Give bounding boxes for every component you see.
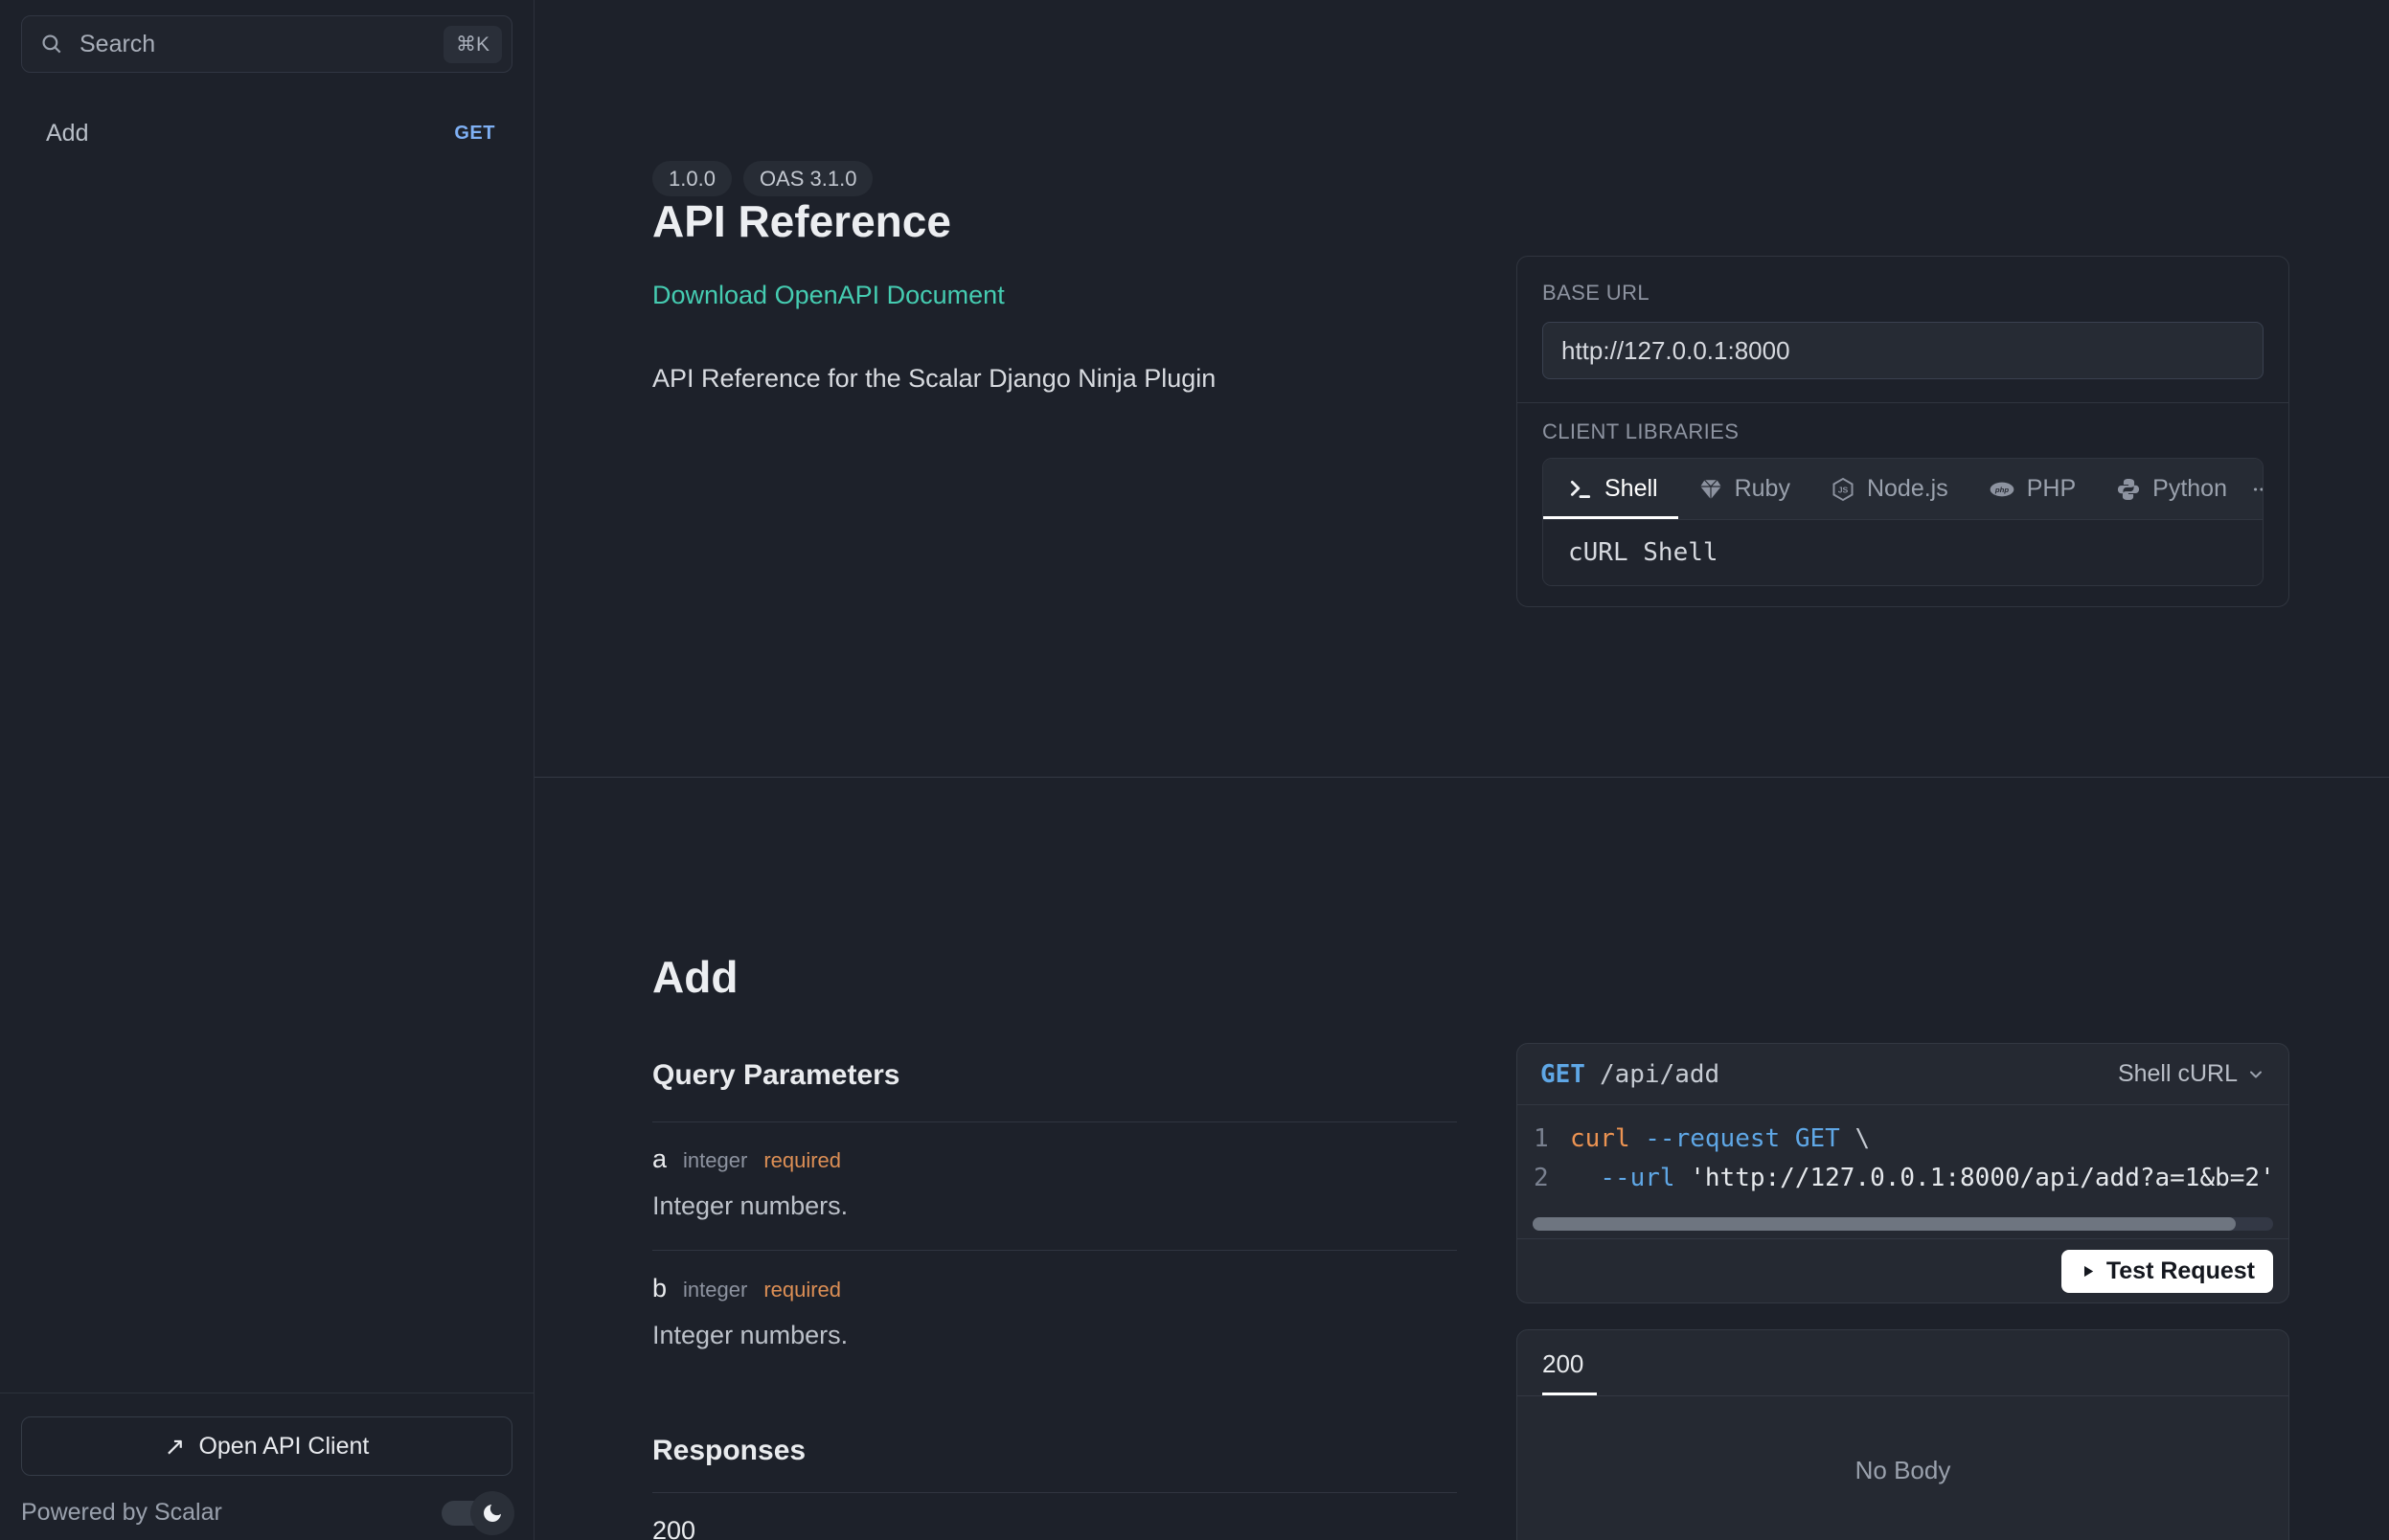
code-line-2: 2 --url 'http://127.0.0.1:8000/api/add?a… (1534, 1159, 2288, 1198)
request-method: GET (1540, 1060, 1585, 1089)
tab-label: Shell (1604, 475, 1658, 503)
tab-label: Python (2152, 475, 2227, 503)
language-selector-value: Shell cURL (2118, 1060, 2238, 1088)
play-icon (2080, 1263, 2096, 1280)
scrollbar-thumb[interactable] (1533, 1217, 2236, 1231)
sidebar-footer: ↗ Open API Client Powered by Scalar (0, 1393, 534, 1540)
toggle-knob (470, 1491, 514, 1535)
param-description: Integer numbers. (652, 1191, 848, 1221)
search-icon (39, 32, 64, 57)
base-url-value: http://127.0.0.1:8000 (1561, 336, 1790, 366)
param-name: b (652, 1274, 667, 1303)
response-status-tab[interactable]: 200 (1542, 1349, 1583, 1379)
moon-icon (481, 1502, 504, 1525)
ellipsis-icon (2251, 479, 2264, 500)
ruby-gem-icon (1698, 477, 1723, 502)
param-type: integer (683, 1148, 747, 1173)
param-row-b: b integer required (652, 1274, 841, 1303)
code-block: 1curl --request GET \ 2 --url 'http://12… (1517, 1105, 2288, 1238)
response-example-card: 200 No Body (1516, 1329, 2289, 1540)
client-library-tabs: Shell Ruby (1543, 459, 2263, 520)
tab-ruby[interactable]: Ruby (1678, 459, 1810, 519)
request-example-footer: Test Request (1517, 1238, 2288, 1302)
query-parameters-heading: Query Parameters (652, 1059, 900, 1092)
powered-by-scalar-link[interactable]: Powered by Scalar (21, 1499, 222, 1527)
tab-label: Ruby (1735, 475, 1790, 503)
svg-text:php: php (1994, 486, 2009, 494)
param-name: a (652, 1144, 667, 1174)
responses-heading: Responses (652, 1435, 806, 1467)
api-description: API Reference for the Scalar Django Ninj… (652, 364, 1216, 394)
request-path: /api/add (1600, 1060, 1719, 1089)
sidebar-item-add[interactable]: Add GET (0, 109, 534, 157)
param-required-flag: required (763, 1278, 841, 1302)
svg-text:JS: JS (1838, 485, 1849, 494)
version-badge: 1.0.0 (652, 161, 732, 196)
response-status-tabs: 200 (1517, 1330, 2288, 1396)
divider (652, 1492, 1457, 1493)
tab-python[interactable]: Python (2096, 459, 2247, 519)
server-card: BASE URL http://127.0.0.1:8000 CLIENT LI… (1516, 256, 2289, 607)
sidebar-nav: Add GET (0, 109, 534, 157)
tab-label: Node.js (1867, 475, 1948, 503)
request-example-header: GET /api/add Shell cURL (1517, 1044, 2288, 1105)
client-libraries-label: CLIENT LIBRARIES (1542, 419, 2264, 444)
oas-version-badge: OAS 3.1.0 (743, 161, 874, 196)
dark-mode-toggle[interactable] (442, 1500, 511, 1527)
response-body-placeholder: No Body (1517, 1456, 2288, 1485)
test-request-label: Test Request (2106, 1257, 2255, 1285)
version-badges: 1.0.0 OAS 3.1.0 (652, 161, 873, 196)
param-required-flag: required (763, 1148, 841, 1173)
powered-by-row: Powered by Scalar (21, 1499, 512, 1527)
active-tab-underline (1542, 1393, 1597, 1395)
page-title: API Reference (652, 195, 951, 247)
tab-shell[interactable]: Shell (1543, 459, 1678, 519)
sidebar: Search ⌘K Add GET ↗ Open API Client Powe… (0, 0, 535, 1540)
nodejs-hexagon-icon: JS (1831, 477, 1855, 502)
chevron-down-icon (2246, 1065, 2265, 1084)
param-row-a: a integer required (652, 1144, 841, 1174)
open-api-client-button[interactable]: ↗ Open API Client (21, 1416, 512, 1476)
more-libraries-button[interactable] (2247, 459, 2264, 519)
tab-nodejs[interactable]: JS Node.js (1810, 459, 1968, 519)
test-request-button[interactable]: Test Request (2061, 1250, 2273, 1293)
param-type: integer (683, 1278, 747, 1302)
section-divider (535, 777, 2389, 778)
operation-title: Add (652, 951, 738, 1003)
php-icon: php (1989, 477, 2015, 502)
code-line-1: 1curl --request GET \ (1534, 1120, 2288, 1159)
param-description: Integer numbers. (652, 1321, 848, 1350)
client-libraries-card: Shell Ruby (1542, 458, 2264, 586)
sidebar-item-label: Add (46, 120, 88, 147)
base-url-section: BASE URL http://127.0.0.1:8000 (1517, 257, 2288, 402)
selected-client-label: cURL Shell (1543, 520, 2263, 585)
search-placeholder: Search (80, 31, 155, 58)
request-example-card: GET /api/add Shell cURL 1curl --request … (1516, 1043, 2289, 1303)
open-api-client-label: Open API Client (198, 1433, 369, 1461)
divider (652, 1121, 1457, 1122)
tab-php[interactable]: php PHP (1968, 459, 2096, 519)
download-openapi-link[interactable]: Download OpenAPI Document (652, 281, 1005, 310)
tab-label: PHP (2027, 475, 2076, 503)
divider (652, 1250, 1457, 1251)
external-arrow-icon: ↗ (165, 1434, 186, 1459)
search-shortcut-badge: ⌘K (444, 26, 502, 63)
language-selector-dropdown[interactable]: Shell cURL (2118, 1060, 2265, 1088)
response-status-item[interactable]: 200 (652, 1516, 695, 1540)
search-input[interactable]: Search ⌘K (21, 15, 512, 73)
horizontal-scrollbar[interactable] (1533, 1217, 2273, 1231)
http-method-badge: GET (454, 123, 495, 145)
python-icon (2116, 477, 2141, 502)
terminal-icon (1568, 477, 1593, 502)
client-libraries-section: CLIENT LIBRARIES Shell (1517, 403, 2288, 606)
main-content: 1.0.0 OAS 3.1.0 API Reference Download O… (535, 0, 2389, 1540)
base-url-input[interactable]: http://127.0.0.1:8000 (1542, 322, 2264, 379)
base-url-label: BASE URL (1542, 281, 2264, 306)
